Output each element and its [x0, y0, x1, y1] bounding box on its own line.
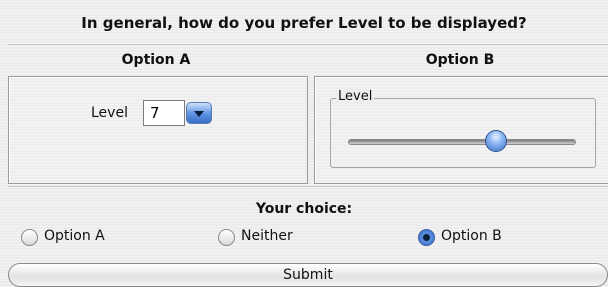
radio-option-a-label[interactable]: Option A [44, 228, 105, 244]
level-label: Level [91, 105, 128, 121]
radio-neither[interactable] [218, 229, 235, 246]
radio-neither-label[interactable]: Neither [241, 228, 293, 244]
radio-option-b[interactable] [418, 229, 435, 246]
radio-option-a[interactable] [21, 229, 38, 246]
option-a-heading: Option A [121, 52, 191, 68]
divider-middle [8, 186, 608, 187]
question-title: In general, how do you prefer Level to b… [81, 14, 527, 32]
level-slider-track[interactable] [348, 139, 576, 145]
divider-top [8, 44, 608, 45]
radio-option-b-label[interactable]: Option B [441, 228, 502, 244]
option-b-heading: Option B [425, 52, 495, 68]
submit-button[interactable]: Submit [8, 263, 608, 287]
level-slider-thumb[interactable] [485, 130, 507, 152]
option-a-panel [8, 76, 308, 184]
level-group-box [330, 98, 596, 168]
level-field[interactable] [143, 100, 185, 126]
choice-title: Your choice: [255, 201, 353, 217]
chevron-down-icon [194, 111, 204, 117]
level-dropdown-button[interactable] [186, 102, 212, 124]
level-group-label: Level [336, 89, 375, 104]
